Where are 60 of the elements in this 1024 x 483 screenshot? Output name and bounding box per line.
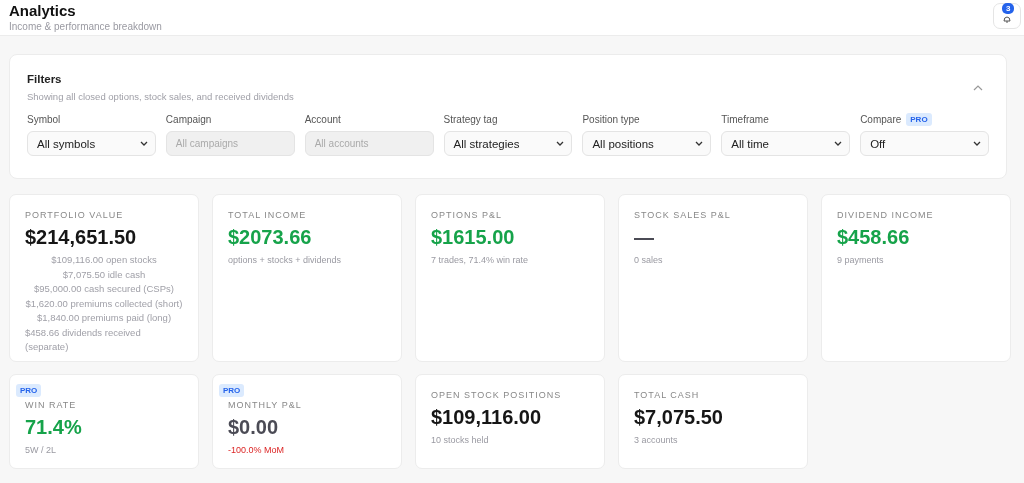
breakdown-line: $95,000.00 cash secured (CSPs) bbox=[34, 282, 174, 296]
stat-note: 5W / 2L bbox=[25, 445, 57, 455]
stat-label: OPEN STOCK POSITIONS bbox=[431, 390, 563, 400]
filters-description: Showing all closed options, stock sales, and received dividends bbox=[27, 91, 294, 102]
stat-note: 0 sales bbox=[634, 255, 664, 265]
stat-note: 10 stocks held bbox=[431, 435, 490, 445]
stat-note: -100.0% MoM bbox=[228, 445, 286, 455]
filters-title: Filters bbox=[27, 73, 63, 85]
stat-value: $0.00 bbox=[228, 416, 280, 439]
field-label: Compare bbox=[860, 114, 902, 125]
stat-value: 71.4% bbox=[25, 416, 83, 439]
page-subtitle: Income & performance breakdown bbox=[9, 21, 162, 32]
bell-icon bbox=[1002, 15, 1012, 23]
stat-value: $109,116.00 bbox=[431, 406, 543, 429]
chevron-down-icon bbox=[973, 141, 981, 146]
stat-label: MONTHLY P&L bbox=[228, 400, 303, 410]
pro-badge: PRO bbox=[16, 384, 42, 397]
select-field[interactable]: Off bbox=[860, 131, 989, 156]
pro-badge: PRO bbox=[219, 384, 245, 397]
field-label: Account bbox=[304, 114, 341, 125]
chevron-down-icon bbox=[834, 141, 843, 146]
stat-label: STOCK SALES P&L bbox=[634, 210, 732, 220]
chevron-down-icon bbox=[695, 141, 704, 146]
stat-label: TOTAL CASH bbox=[634, 390, 701, 400]
stat-value: $1615.00 bbox=[431, 226, 516, 249]
stat-note: options + stocks + dividends bbox=[228, 255, 343, 265]
stat-value: $214,651.50 bbox=[25, 226, 138, 249]
field-label: Timeframe bbox=[721, 114, 769, 125]
breakdown-line: $1,840.00 premiums paid (long) bbox=[36, 311, 172, 325]
chevron-icon[interactable] bbox=[973, 84, 983, 91]
stat-label: DIVIDEND INCOME bbox=[837, 210, 935, 220]
stat-label: PORTFOLIO VALUE bbox=[25, 210, 125, 220]
breakdown-line: $458.66 dividends received (separate) bbox=[25, 325, 142, 354]
notification-badge: 3 bbox=[1002, 3, 1015, 14]
stat-note: 7 trades, 71.4% win rate bbox=[431, 255, 530, 265]
notifications-button[interactable]: 3 bbox=[993, 3, 1021, 29]
stat-label: TOTAL INCOME bbox=[228, 210, 308, 220]
breakdown-line: $1,620.00 premiums collected (short) bbox=[25, 296, 183, 311]
field-label: Position type bbox=[582, 114, 640, 125]
pro-badge: PRO bbox=[906, 113, 932, 126]
stat-label: WIN RATE bbox=[25, 400, 78, 410]
breakdown-line: $109,116.00 open stocks bbox=[51, 253, 157, 267]
field-label: Campaign bbox=[165, 114, 212, 125]
stat-value: $7,075.50 bbox=[634, 406, 724, 429]
chevron-down-icon bbox=[139, 141, 148, 146]
breakdown-line: $7,075.50 idle cash bbox=[62, 267, 146, 282]
select-field[interactable]: All positions bbox=[582, 131, 712, 156]
select-field[interactable]: All symbols bbox=[27, 131, 156, 156]
stat-value: $2073.66 bbox=[228, 226, 313, 249]
page-title: Analytics bbox=[9, 2, 77, 19]
stat-value: $458.66 bbox=[837, 226, 911, 249]
stat-label: OPTIONS P&L bbox=[431, 210, 504, 220]
select-field[interactable]: All strategies bbox=[443, 131, 573, 156]
chevron-down-icon bbox=[556, 141, 565, 146]
field-label: Strategy tag bbox=[443, 114, 498, 125]
stat-note: 3 accounts bbox=[634, 435, 679, 445]
stat-value: — bbox=[634, 226, 655, 249]
stat-note: 9 payments bbox=[837, 255, 885, 265]
field-label: Symbol bbox=[27, 114, 61, 125]
select-field[interactable]: All time bbox=[721, 131, 851, 156]
